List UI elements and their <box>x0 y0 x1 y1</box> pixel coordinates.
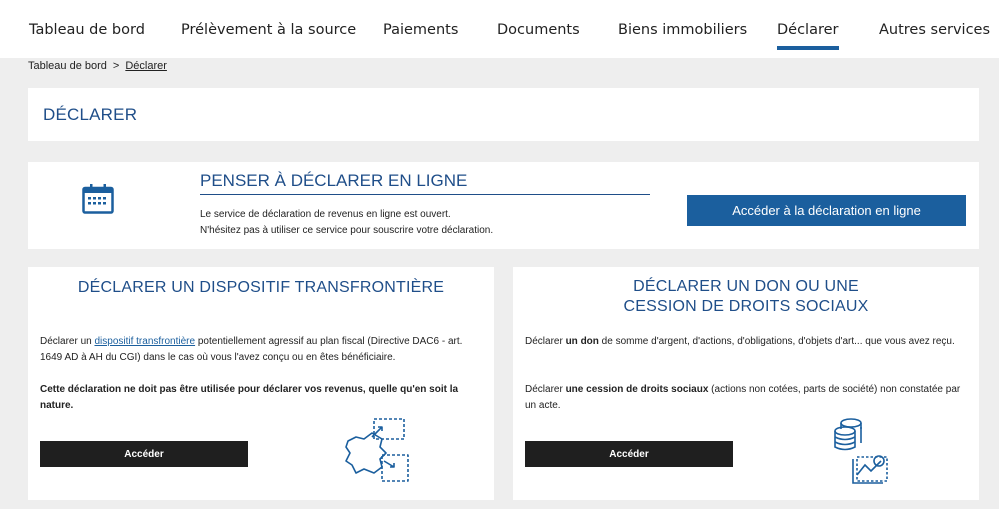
cross-border-map-icon <box>345 418 409 482</box>
don-text-pre: Déclarer <box>525 336 566 347</box>
nav-item-paiements[interactable]: Paiements <box>383 22 458 38</box>
nav-item-declarer[interactable]: Déclarer <box>777 22 839 50</box>
cession-description: Déclarer une cession de droits sociaux (… <box>525 382 965 414</box>
nav-item-biens-immobiliers[interactable]: Biens immobiliers <box>618 22 747 38</box>
transfrontiere-warning: Cette déclaration ne doit pas être utili… <box>40 384 459 411</box>
breadcrumb-home[interactable]: Tableau de bord <box>28 60 107 72</box>
coins-chart-icon <box>834 418 888 484</box>
transfrontiere-description: Déclarer un dispositif transfrontière po… <box>40 334 480 366</box>
online-text-line1: Le service de déclaration de revenus en … <box>200 209 451 220</box>
don-description: Déclarer un don de somme d'argent, d'act… <box>525 334 965 350</box>
page-title-panel: DÉCLARER <box>28 88 979 141</box>
breadcrumb: Tableau de bord > Déclarer <box>28 60 167 72</box>
dispositif-transfrontiere-link[interactable]: dispositif transfrontière <box>94 336 195 347</box>
calendar-icon <box>82 184 114 214</box>
cession-text-bold: une cession de droits sociaux <box>565 384 709 395</box>
nav-item-prelevement[interactable]: Prélèvement à la source <box>181 22 356 38</box>
nav-item-tableau-de-bord[interactable]: Tableau de bord <box>29 22 145 38</box>
don-title: DÉCLARER UN DON OU UNE CESSION DE DROITS… <box>513 277 979 317</box>
cession-text-pre: Déclarer <box>525 384 566 395</box>
top-navigation: Tableau de bord Prélèvement à la source … <box>0 0 999 58</box>
nav-item-autres-services[interactable]: Autres services <box>879 22 990 38</box>
don-text-bold: un don <box>565 336 599 347</box>
online-heading: PENSER À DÉCLARER EN LIGNE <box>200 171 468 190</box>
don-text-post: de somme d'argent, d'actions, d'obligati… <box>598 336 955 347</box>
transfrontiere-access-button[interactable]: Accéder <box>40 441 248 467</box>
transfrontiere-panel: DÉCLARER UN DISPOSITIF TRANSFRONTIÈRE Dé… <box>28 267 494 500</box>
don-cession-panel: DÉCLARER UN DON OU UNE CESSION DE DROITS… <box>513 267 979 500</box>
page-title: DÉCLARER <box>43 105 138 124</box>
don-title-line2: CESSION DE DROITS SOCIAUX <box>623 298 869 315</box>
breadcrumb-current[interactable]: Déclarer <box>125 60 167 72</box>
nav-item-documents[interactable]: Documents <box>497 22 580 38</box>
don-access-button[interactable]: Accéder <box>525 441 733 467</box>
breadcrumb-separator: > <box>112 60 120 72</box>
transfrontiere-text-pre: Déclarer un <box>40 336 95 347</box>
online-declaration-panel: PENSER À DÉCLARER EN LIGNE Le service de… <box>28 162 979 249</box>
online-declaration-button[interactable]: Accéder à la déclaration en ligne <box>687 195 966 226</box>
heading-underline <box>200 194 650 195</box>
transfrontiere-title: DÉCLARER UN DISPOSITIF TRANSFRONTIÈRE <box>77 279 445 296</box>
online-text-line2: N'hésitez pas à utiliser ce service pour… <box>200 225 494 236</box>
don-title-line1: DÉCLARER UN DON OU UNE <box>633 278 859 295</box>
